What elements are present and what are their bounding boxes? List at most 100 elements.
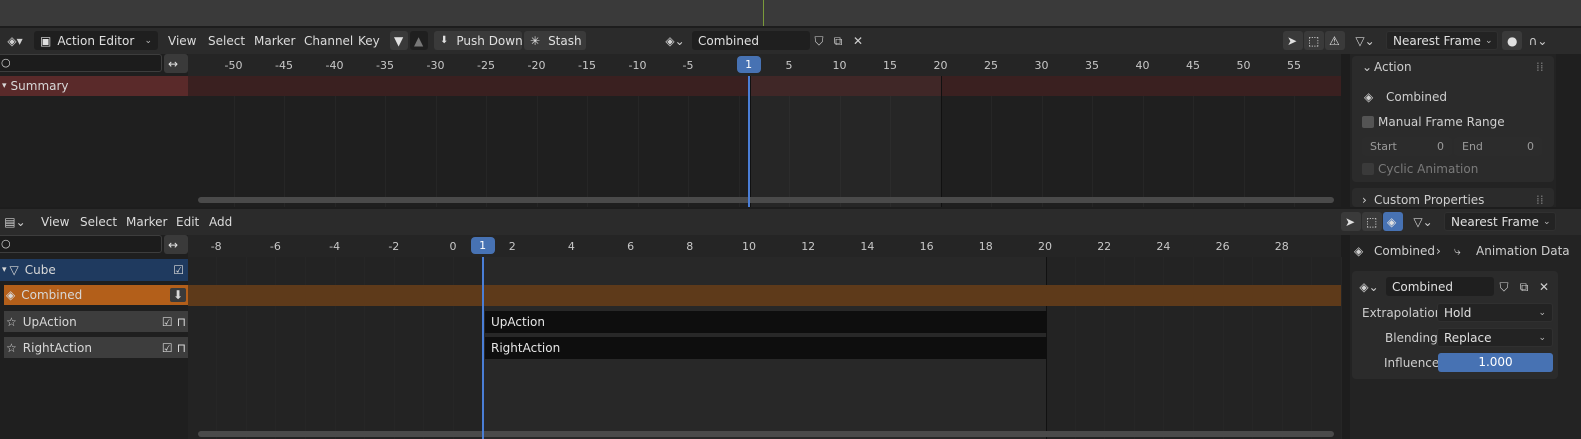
ruler-tick-label: -25: [477, 59, 495, 72]
menu-marker[interactable]: Marker: [126, 215, 167, 229]
menu-view[interactable]: View: [41, 215, 69, 229]
falloff-icon[interactable]: ∩⌄: [1524, 33, 1552, 49]
layer-down-button[interactable]: ▼: [390, 31, 408, 50]
panel-collapse-icon[interactable]: ⌄: [1362, 60, 1372, 74]
stash-button[interactable]: ✳ Stash: [524, 31, 586, 50]
chevron-down-icon: ⌄: [1542, 216, 1551, 227]
playhead-line[interactable]: [481, 253, 484, 439]
extrapolation-label: Extrapolation: [1362, 306, 1443, 320]
box-select-button[interactable]: ⬚: [1362, 212, 1382, 231]
sync-length-button[interactable]: ↔: [164, 54, 188, 73]
fake-user-shield-icon[interactable]: ⛉: [812, 33, 826, 49]
ruler-tick-label: 2: [508, 240, 516, 253]
top-timeline: [188, 54, 1341, 207]
ruler-tick-label: 45: [1186, 59, 1200, 72]
search-icon: ○: [1, 56, 11, 69]
menu-select[interactable]: Select: [80, 215, 117, 229]
sidebar-action-name: Combined: [1386, 90, 1447, 104]
duplicate-icon[interactable]: ⧉: [831, 33, 845, 49]
action-browse-icon[interactable]: ◈⌄: [1354, 279, 1384, 295]
action-panel-title[interactable]: Action: [1374, 60, 1412, 74]
strip-rightaction[interactable]: RightAction: [485, 337, 1047, 359]
channel-combined[interactable]: ◈ Combined ⬇: [4, 285, 188, 305]
chevron-down-icon: ⌄: [1484, 35, 1493, 46]
box-select-button[interactable]: ⬚: [1304, 31, 1324, 50]
lock-icon[interactable]: ⊓: [177, 341, 186, 355]
lock-icon[interactable]: ⊓: [177, 315, 186, 329]
action-row-band: [188, 285, 1341, 306]
checkbox-icon[interactable]: ☑: [162, 315, 173, 329]
action-icon: ◈: [1354, 244, 1364, 258]
current-frame-indicator[interactable]: 1: [470, 237, 495, 254]
select-tool-button[interactable]: ➤: [1341, 212, 1361, 231]
close-icon[interactable]: ✕: [1537, 279, 1551, 295]
mode-select[interactable]: ▣ Action Editor ⌄: [34, 31, 158, 50]
menu-channel[interactable]: Channel: [304, 34, 353, 48]
summary-channel[interactable]: ▾ Summary: [0, 76, 188, 96]
menu-key[interactable]: Key: [358, 34, 380, 48]
end-frame-field[interactable]: End 0: [1454, 137, 1542, 156]
layer-up-button[interactable]: ▲: [410, 31, 428, 50]
duplicate-icon[interactable]: ⧉: [1517, 279, 1531, 295]
menu-marker[interactable]: Marker: [254, 34, 295, 48]
extrapolation-select[interactable]: Hold ⌄: [1437, 303, 1553, 322]
bottom-scrollbar[interactable]: [198, 431, 1334, 437]
chevron-down-icon: ⌄: [1538, 307, 1546, 318]
select-tool-button[interactable]: ➤: [1283, 31, 1303, 50]
search-icon: ○: [1, 237, 11, 250]
manual-range-label: Manual Frame Range: [1378, 115, 1505, 129]
channel-cube[interactable]: ▾ ▽ Cube ☑: [0, 259, 188, 281]
panel-expand-icon[interactable]: ›: [1362, 193, 1367, 207]
checkbox-icon[interactable]: ☑: [173, 263, 184, 277]
top-scrollbar[interactable]: [198, 197, 1334, 203]
manual-range-checkbox[interactable]: [1362, 116, 1374, 128]
action-range-highlight: [750, 76, 942, 207]
ruler-tick-label: -45: [275, 59, 293, 72]
action-editor-header: ◈▾ ▣ Action Editor ⌄ View Select Marker …: [0, 28, 1581, 54]
custom-props-label[interactable]: Custom Properties: [1374, 193, 1484, 207]
influence-slider[interactable]: 1.000: [1438, 353, 1553, 372]
drag-handle-icon[interactable]: ⁞⁞: [1536, 193, 1544, 207]
snap-mode-select[interactable]: Nearest Frame ⌄: [1444, 212, 1556, 231]
nla-action-name-field[interactable]: Combined: [1386, 277, 1494, 296]
ruler-tick-label: 26: [1215, 240, 1230, 253]
channel-rightaction[interactable]: ☆ RightAction ☑ ⊓: [4, 337, 188, 358]
drag-handle-icon[interactable]: ⁞⁞: [1536, 60, 1544, 74]
strip-upaction[interactable]: UpAction: [485, 311, 1047, 333]
snap-mode-select[interactable]: Nearest Frame ⌄: [1386, 31, 1498, 50]
channel-search-input[interactable]: ○: [0, 54, 162, 72]
start-frame-field[interactable]: Start 0: [1362, 137, 1452, 156]
ruler-tick-label: 24: [1156, 240, 1171, 253]
snowflake-icon: ✳: [530, 33, 541, 48]
blending-select[interactable]: Replace ⌄: [1437, 328, 1553, 347]
ruler-tick-label: -8: [210, 240, 222, 253]
fake-user-shield-icon[interactable]: ⛉: [1497, 279, 1511, 295]
push-down-button[interactable]: ⬇ Push Down: [434, 31, 523, 50]
menu-view[interactable]: View: [168, 34, 196, 48]
cyclic-checkbox[interactable]: [1362, 163, 1374, 175]
playhead-line[interactable]: [747, 72, 750, 207]
push-down-icon: ⬇: [440, 35, 449, 46]
warning-button[interactable]: ⚠: [1325, 31, 1345, 50]
checkbox-icon[interactable]: ☑: [162, 341, 173, 355]
channel-upaction[interactable]: ☆ UpAction ☑ ⊓: [4, 311, 188, 332]
star-icon: ☆: [6, 340, 17, 355]
top-ruler[interactable]: -50 -45 -40 -35 -30 -25 -20 -15 -10 -5 5 10 15 20 25 30…: [188, 54, 1341, 76]
editor-type-icon[interactable]: ▤⌄: [2, 214, 28, 230]
nla-ruler[interactable]: -8 -6 -4 -2 0 2 4 6 8 10 12 14 16 18 20 22 24 26 28 1: [188, 235, 1341, 257]
action-filter-button[interactable]: ◈: [1383, 212, 1403, 231]
action-browse-icon[interactable]: ◈⌄: [660, 33, 690, 49]
filter-icon[interactable]: ▽⌄: [1408, 214, 1438, 230]
proportional-edit-button[interactable]: ●: [1502, 31, 1522, 50]
current-frame-indicator[interactable]: 1: [736, 56, 761, 73]
action-name-field[interactable]: Combined: [692, 31, 810, 50]
sync-length-button[interactable]: ↔: [164, 235, 188, 254]
close-icon[interactable]: ✕: [851, 33, 865, 49]
menu-add[interactable]: Add: [209, 215, 232, 229]
filter-icon[interactable]: ▽⌄: [1350, 33, 1380, 49]
push-down-icon[interactable]: ⬇: [169, 288, 186, 302]
menu-edit[interactable]: Edit: [176, 215, 199, 229]
channel-search-input[interactable]: ○: [0, 235, 162, 253]
menu-select[interactable]: Select: [208, 34, 245, 48]
editor-type-icon[interactable]: ◈▾: [2, 33, 28, 49]
